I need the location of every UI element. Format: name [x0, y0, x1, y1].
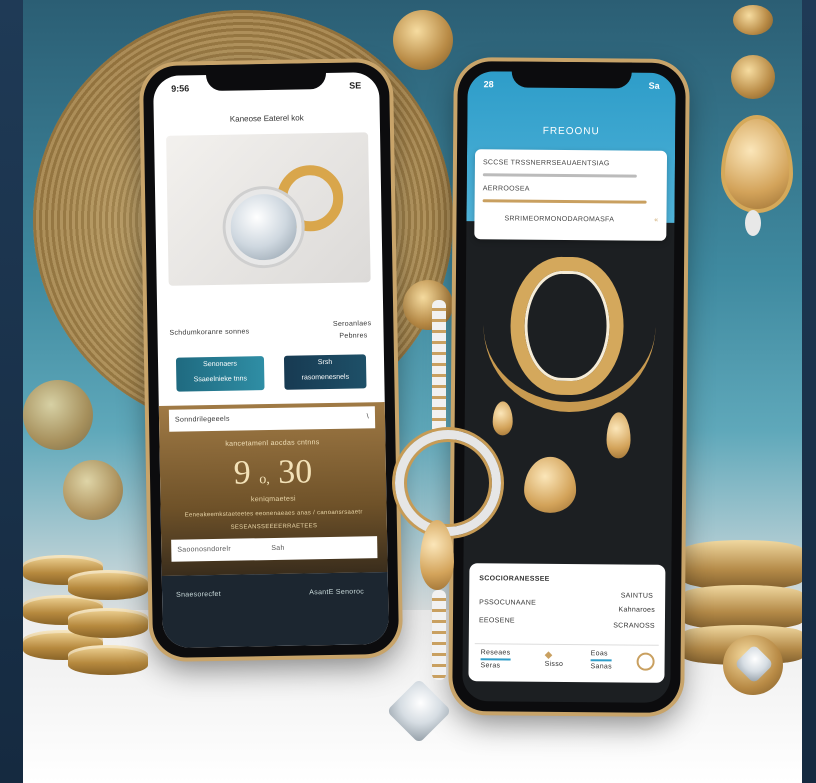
- input-placeholder: Saoonosndorelr: [177, 545, 231, 554]
- primary-button[interactable]: Senonaers Ssaeelnieke tnns: [175, 356, 265, 392]
- status-indicators: Sa: [648, 80, 660, 91]
- section-row: Schdumkoranre sonnes Seroanlaes Pebnres: [169, 320, 371, 354]
- card-divider: [482, 173, 637, 178]
- phone-notch: [511, 61, 632, 89]
- card-line3: SRRIMEORMONODAROMASFA: [504, 215, 615, 224]
- pendant-drop: [606, 412, 631, 459]
- app-title: FREOONU: [542, 125, 600, 138]
- tab-sisso[interactable]: ◆ Sisso: [545, 650, 564, 668]
- product-image[interactable]: [166, 132, 371, 286]
- tab2-label: Sisso: [544, 660, 564, 668]
- caption-top: kancetamenl aocdas cntnns: [225, 439, 320, 448]
- primary-button-sub: Ssaeelnieke tnns: [193, 375, 248, 384]
- divider: [474, 643, 659, 646]
- footer-left[interactable]: Snaesorecfet: [176, 591, 221, 599]
- gold-ornament: [23, 380, 93, 450]
- section-side-line1: Seroanlaes: [332, 320, 372, 328]
- gold-ornament: [63, 460, 123, 520]
- price-right: 30: [277, 453, 313, 491]
- pendant-drop: [492, 401, 513, 436]
- right-phone-screen: 28 Sa FREOONU SCCSE TRSSNERRSEAUAENTSIAG…: [462, 71, 676, 703]
- necklace-chain-image: [482, 321, 656, 413]
- pendant-ring-decoration: [395, 430, 501, 536]
- tab-eoas[interactable]: Eoas Sanas: [591, 650, 613, 670]
- status-indicators: SE: [349, 80, 362, 91]
- detail-right3: SCRANOSS: [613, 622, 655, 630]
- right-phone: 28 Sa FREOONU SCCSE TRSSNERRSEAUAENTSIAG…: [452, 61, 686, 713]
- footer-bar: Snaesorecfet AsantE Senoroc: [161, 571, 389, 648]
- tab3-sub: Sanas: [590, 663, 612, 671]
- primary-button-label: Senonaers: [203, 360, 238, 369]
- detail-item1: PSSOCUNAANE: [479, 599, 537, 607]
- card-hint-icon: «: [654, 216, 659, 224]
- header-title: Kaneose Eaterel kok: [229, 113, 304, 124]
- gem-icon: ◆: [544, 649, 553, 661]
- ring-icon[interactable]: [636, 652, 655, 671]
- pendant-drop: [523, 456, 577, 514]
- status-time: 28: [483, 79, 494, 90]
- footer-right[interactable]: AsantE Senoroc: [309, 588, 364, 596]
- price-panel: Sonndrilegeeels \ kancetamenl aocdas cnt…: [158, 402, 388, 576]
- secondary-button-sub: rasomenesnels: [301, 373, 350, 382]
- chevron-icon: \: [366, 413, 370, 421]
- price-small: o,: [259, 472, 270, 488]
- price-left: 9: [233, 454, 252, 492]
- gold-ornament: [393, 10, 453, 70]
- detail-right2: Kahnaroes: [618, 606, 656, 614]
- gold-coin-stack: [68, 645, 148, 675]
- tab-reseaes[interactable]: Reseaes Seras: [481, 649, 511, 669]
- filter-card[interactable]: SCCSE TRSSNERRSEAUAENTSIAG AERROOSEA SRR…: [474, 149, 668, 241]
- tab1-sub: Seras: [480, 662, 501, 670]
- sort-dropdown[interactable]: Sonndrilegeeels \: [168, 406, 376, 432]
- left-phone: 9:56 SE Kaneose Eaterel kok Schdumkoranr…: [142, 61, 400, 659]
- input-side: Sah: [271, 544, 285, 553]
- phone-notch: [205, 62, 327, 92]
- pendant-chain-decoration: [432, 300, 446, 440]
- tab3-label: Eoas: [590, 650, 608, 658]
- price-display: 9 o, 30: [160, 452, 387, 494]
- gold-plate-stack: [683, 540, 802, 590]
- caption-sub: keniqmaetesi: [250, 495, 296, 504]
- left-border: [0, 0, 23, 783]
- detail-right1: SAINTUS: [620, 592, 654, 600]
- left-phone-screen: 9:56 SE Kaneose Eaterel kok Schdumkoranr…: [153, 72, 389, 648]
- price-slider[interactable]: [482, 199, 647, 204]
- caption-lines: Eeneakeemkstaeteetes eeonenaeaes anas / …: [184, 509, 363, 519]
- secondary-button-label: Srsh: [317, 358, 333, 367]
- search-input[interactable]: Saoonosndorelr Sah: [171, 536, 378, 562]
- right-border: [802, 0, 816, 783]
- earring-decoration: [713, 5, 793, 245]
- pendant-chain-decoration: [432, 590, 446, 680]
- product-detail-card: SCOCIORANESSEE PSSOCUNAANE EEOSENE SAINT…: [468, 563, 666, 683]
- dropdown-value: Sonndrilegeeels: [174, 415, 230, 424]
- gold-coin-stack: [68, 570, 148, 600]
- detail-item2: EEOSENE: [478, 617, 515, 625]
- card-line1: SCCSE TRSSNERRSEAUAENTSIAG: [482, 159, 610, 168]
- gold-coin-stack: [68, 608, 148, 638]
- ring-stone: [225, 188, 303, 266]
- secondary-button[interactable]: Srsh rasomenesnels: [283, 354, 367, 390]
- tab1-label: Reseaes: [480, 649, 511, 657]
- meta-line: SESEANSSEEEERRAETEES: [230, 523, 318, 531]
- gold-plate-stack: [683, 585, 802, 630]
- section-side-line2: Pebnres: [339, 332, 368, 340]
- status-time: 9:56: [171, 83, 190, 94]
- card-line2: AERROOSEA: [482, 185, 530, 193]
- section-label: Schdumkoranre sonnes: [169, 328, 250, 337]
- detail-title: SCOCIORANESSEE: [479, 575, 550, 583]
